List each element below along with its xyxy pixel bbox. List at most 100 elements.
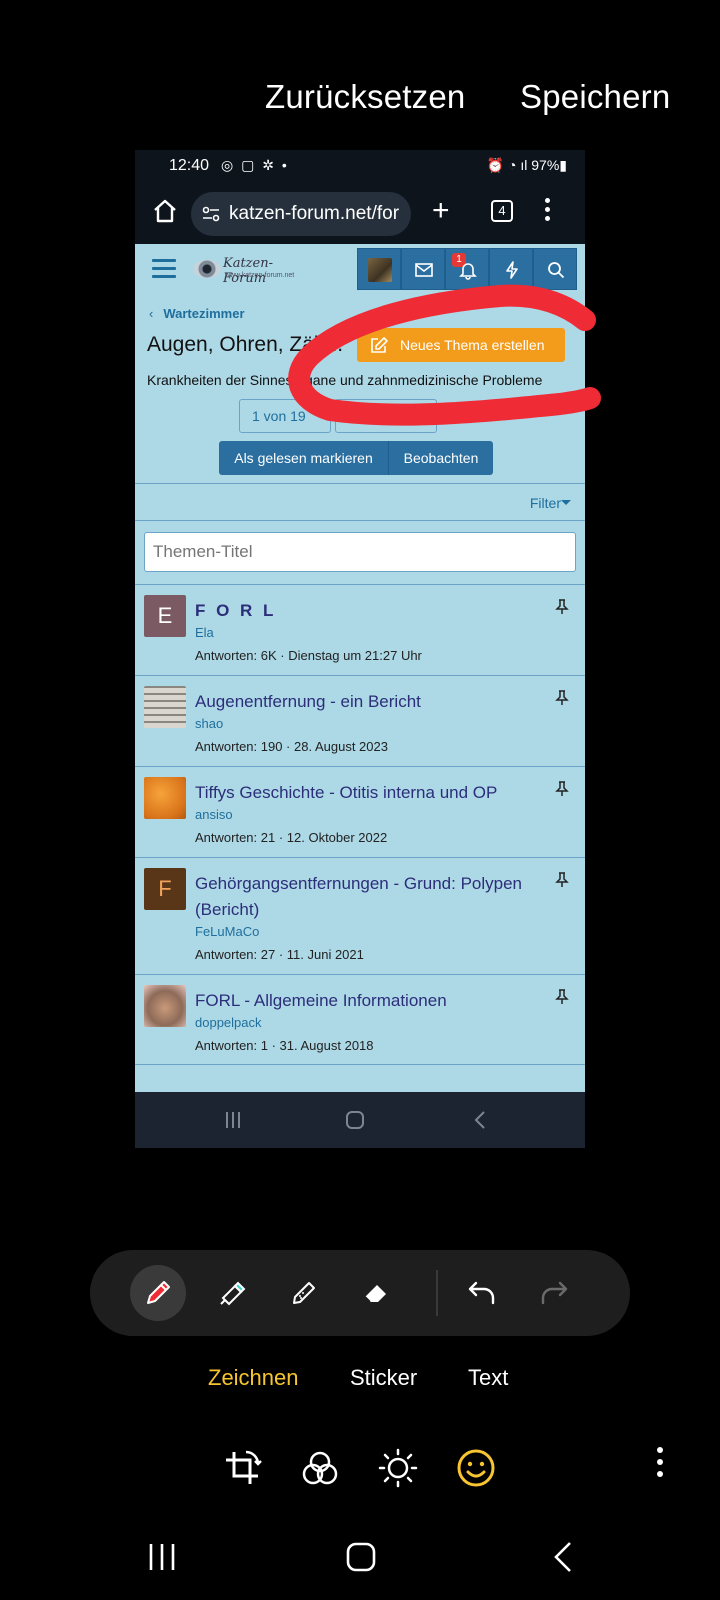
browser-toolbar: katzen-forum.net/for + 4	[135, 184, 585, 244]
recent-apps-icon[interactable]	[145, 1540, 179, 1574]
site-settings-icon[interactable]	[201, 204, 221, 224]
undo-icon	[468, 1281, 495, 1305]
emoji-icon[interactable]	[456, 1448, 496, 1488]
crop-rotate-icon[interactable]	[222, 1448, 262, 1488]
status-icons: ⏰ ◔ ıl 97%▮	[486, 157, 567, 173]
bell-icon	[459, 263, 477, 280]
mail-icon	[415, 263, 433, 277]
thread-author[interactable]: Ela	[195, 625, 214, 640]
whats-new-button[interactable]	[489, 248, 533, 290]
reset-button[interactable]: Zurücksetzen	[265, 78, 465, 116]
highlighter-icon	[220, 1281, 246, 1306]
pen-icon	[147, 1281, 170, 1304]
pen-tool[interactable]	[130, 1265, 186, 1321]
thread-meta: Antworten: 6K · Dienstag um 21:27 Uhr	[195, 648, 422, 663]
pin-icon	[555, 872, 569, 887]
search-button[interactable]	[533, 248, 577, 290]
mark-read-button[interactable]: Als gelesen markieren	[219, 441, 389, 475]
brightness-icon[interactable]	[378, 1448, 418, 1488]
new-thread-button[interactable]: Neues Thema erstellen	[357, 328, 565, 362]
highlighter-tool[interactable]	[204, 1265, 260, 1321]
url-text: katzen-forum.net/for	[229, 203, 400, 224]
thread-meta: Antworten: 21 · 12. Oktober 2022	[195, 830, 388, 845]
filter-button[interactable]: Filter	[530, 495, 561, 511]
forum-title: Augen, Ohren, Zäh...	[147, 333, 344, 356]
screenshot-nav-bar	[135, 1092, 585, 1148]
thread-author[interactable]: FeLuMaCo	[195, 924, 259, 939]
thread-title[interactable]: Tiffys Geschichte - Otitis interna und O…	[195, 780, 551, 806]
home-icon[interactable]	[152, 198, 178, 224]
thread-title[interactable]: FORL - Allgemeine Informationen	[195, 988, 551, 1014]
pencil-tool[interactable]	[276, 1265, 332, 1321]
pencil-icon	[293, 1282, 315, 1304]
avatar[interactable]	[144, 985, 186, 1027]
home-button-icon[interactable]	[344, 1540, 378, 1574]
thread-list-actions: Als gelesen markieren Beobachten	[219, 441, 493, 475]
last-page-icon[interactable]: ▸▸	[445, 404, 459, 421]
redo-icon	[541, 1281, 568, 1305]
thread-meta: Antworten: 27 · 11. Juni 2021	[195, 947, 364, 962]
thread-title[interactable]: Augenentfernung - ein Bericht	[195, 689, 551, 715]
status-time: 12:40	[169, 157, 210, 174]
avatar[interactable]: F	[144, 868, 186, 910]
filters-icon[interactable]	[300, 1448, 340, 1488]
tab-text[interactable]: Text	[468, 1365, 508, 1391]
more-icon[interactable]	[656, 1447, 664, 1481]
screenshot-canvas[interactable]: 12:40 ◎ ▢ ✲ • ⏰ ◔ ıl 97%▮ katzen-forum.n…	[135, 150, 585, 1148]
breadcrumb[interactable]: ‹ Wartezimmer	[149, 306, 245, 321]
pin-icon	[555, 781, 569, 796]
avatar[interactable]	[144, 777, 186, 819]
undo-button[interactable]	[454, 1265, 510, 1321]
eraser-icon	[364, 1285, 386, 1303]
forum-description: Krankheiten der Sinnesorgane und zahnmed…	[147, 372, 543, 388]
thread-author[interactable]: ansiso	[195, 807, 233, 822]
thread-row[interactable]: Augenentfernung - ein Bericht shao Antwo…	[135, 675, 585, 766]
thread-row[interactable]: F Gehörgangsentfernungen - Grund: Polype…	[135, 857, 585, 974]
hamburger-menu-icon[interactable]	[152, 259, 176, 279]
chevron-left-icon: ‹	[149, 306, 154, 321]
lightning-icon	[506, 261, 518, 279]
thread-author[interactable]: doppelpack	[195, 1015, 262, 1030]
alerts-button[interactable]: 1	[445, 248, 489, 290]
tab-count-button[interactable]: 4	[491, 200, 513, 222]
thread-title[interactable]: Gehörgangsentfernungen - Grund: Polypen …	[195, 871, 551, 923]
thread-meta: Antworten: 1 · 31. August 2018	[195, 1038, 374, 1053]
breadcrumb-label: Wartezimmer	[163, 306, 245, 321]
thread-title[interactable]: F O R L	[195, 598, 551, 624]
pin-icon	[555, 989, 569, 1004]
thread-title-search-input[interactable]	[144, 532, 576, 572]
battery-level: 97%	[531, 157, 560, 173]
search-icon	[548, 262, 565, 279]
tab-draw[interactable]: Zeichnen	[208, 1365, 299, 1391]
thread-row[interactable]: FORL - Allgemeine Informationen doppelpa…	[135, 974, 585, 1065]
phone-status-bar: 12:40 ◎ ▢ ✲ • ⏰ ◔ ıl 97%▮	[135, 150, 585, 184]
toolbar-divider	[436, 1270, 438, 1316]
thread-row[interactable]: Tiffys Geschichte - Otitis interna und O…	[135, 766, 585, 857]
tab-sticker[interactable]: Sticker	[350, 1365, 417, 1391]
url-bar[interactable]: katzen-forum.net/for	[191, 192, 411, 236]
save-button[interactable]: Speichern	[520, 78, 670, 116]
thread-row[interactable]: E F O R L Ela Antworten: 6K · Dienstag u…	[135, 584, 585, 675]
inbox-button[interactable]	[401, 248, 445, 290]
site-logo[interactable]: Katzen-Forum www.katzen-forum.net	[193, 254, 305, 286]
pin-icon	[555, 690, 569, 705]
user-avatar-button[interactable]	[357, 248, 401, 290]
pager-label: 1 von 19	[252, 408, 306, 424]
home-button-icon	[346, 1111, 364, 1129]
recent-apps-icon	[226, 1112, 240, 1128]
browser-menu-icon[interactable]	[544, 198, 550, 224]
notification-icons: ◎ ▢ ✲ •	[221, 157, 289, 173]
redo-button[interactable]	[526, 1265, 582, 1321]
next-page-button[interactable]: Weiter	[335, 399, 437, 433]
eraser-tool[interactable]	[348, 1265, 404, 1321]
thread-author[interactable]: shao	[195, 716, 223, 731]
page-jump-button[interactable]: 1 von 19	[239, 399, 331, 433]
forum-nav-buttons: 1	[357, 248, 579, 290]
avatar[interactable]	[144, 686, 186, 728]
drawing-toolbar	[90, 1250, 630, 1336]
avatar[interactable]: E	[144, 595, 186, 637]
back-icon[interactable]	[548, 1540, 582, 1574]
new-tab-icon[interactable]: +	[432, 194, 450, 228]
watch-button[interactable]: Beobachten	[389, 441, 493, 475]
pin-icon	[555, 599, 569, 614]
